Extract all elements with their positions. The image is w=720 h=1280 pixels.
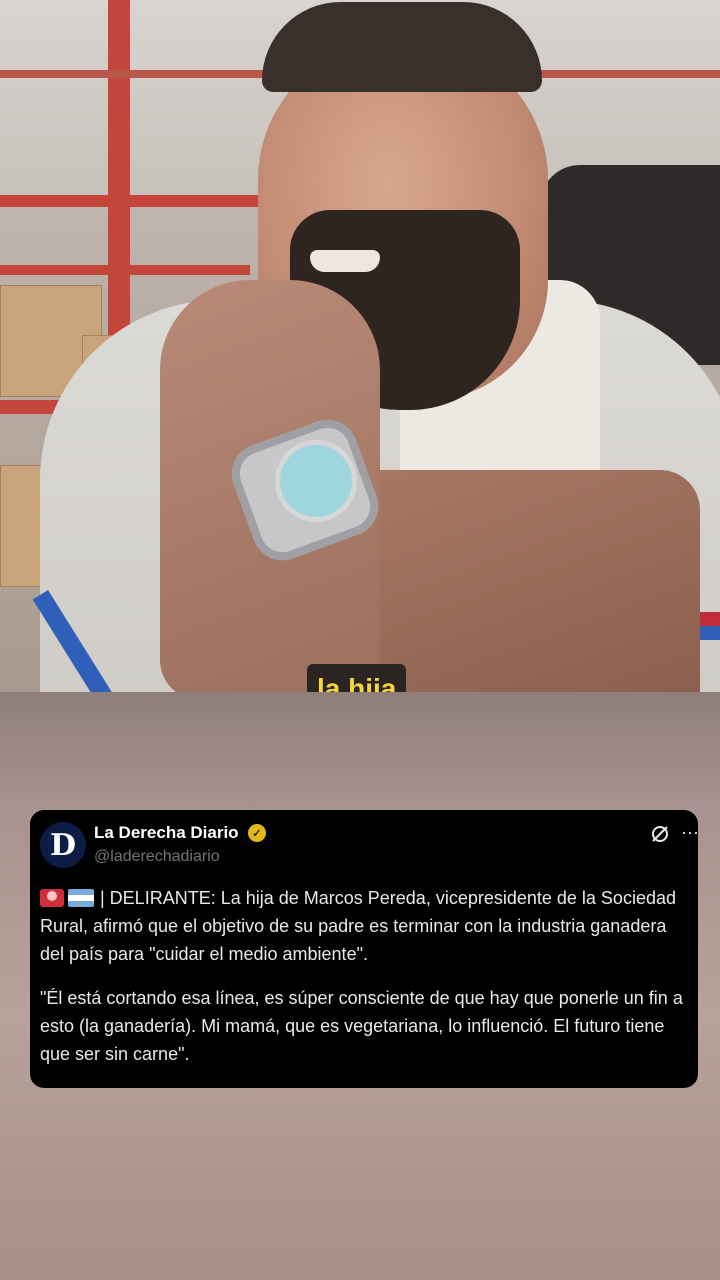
argentina-flag-icon	[68, 889, 94, 907]
person-mouth	[310, 250, 380, 272]
tweet-paragraph: | DELIRANTE: La hija de Marcos Pereda, v…	[40, 884, 692, 968]
siren-icon	[40, 889, 64, 907]
avatar-letter: D	[49, 827, 76, 863]
verified-badge-icon: ✓	[248, 824, 266, 842]
video-frame[interactable]	[0, 0, 720, 692]
tweet-body: | DELIRANTE: La hija de Marcos Pereda, v…	[40, 884, 692, 1068]
wristwatch-face	[275, 440, 357, 522]
grok-icon[interactable]	[650, 824, 670, 844]
shelf-beam	[0, 195, 260, 207]
tweet-paragraph: "Él está cortando esa línea, es súper co…	[40, 984, 692, 1068]
more-options-icon[interactable]: ···	[681, 822, 699, 843]
person-hair	[262, 2, 542, 92]
display-name[interactable]: La Derecha Diario	[94, 823, 239, 843]
user-handle[interactable]: @laderechadiario	[94, 848, 220, 866]
tweet-text-1: | DELIRANTE: La hija de Marcos Pereda, v…	[40, 888, 676, 964]
avatar[interactable]: D	[40, 822, 86, 868]
tweet-card[interactable]: D La Derecha Diario ✓ @laderechadiario ·…	[30, 810, 699, 1088]
shelf-beam	[0, 265, 250, 275]
tweet-text-2: "Él está cortando esa línea, es súper co…	[40, 988, 683, 1064]
